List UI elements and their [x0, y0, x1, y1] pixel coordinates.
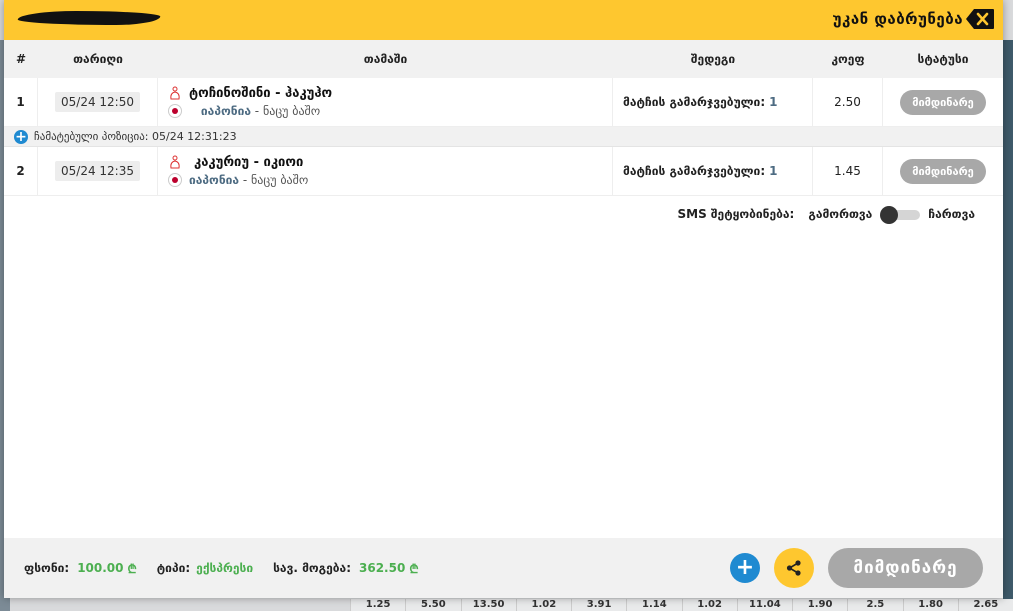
column-header-status: სტატუსი — [917, 52, 969, 66]
row-number: 1 — [4, 78, 38, 126]
status-badge: მიმდინარე — [900, 89, 986, 115]
result-value: 1 — [769, 164, 778, 178]
stake-value: 100.00 — [77, 561, 124, 575]
game-title[interactable]: კაკურიუ - იკიოი — [189, 155, 308, 170]
bet-type-info: ტიპი: ექსპრესი — [157, 561, 253, 575]
add-plus-button[interactable]: + — [730, 553, 760, 583]
sumo-icon — [170, 155, 180, 169]
row-game-cell: კაკურიუ - იკიოი იაპონია - ნაცუ ბაშო — [158, 147, 613, 195]
back-link[interactable]: უკან დაბრუნება — [833, 10, 963, 28]
share-button[interactable] — [774, 548, 814, 588]
possible-win-label: სავ. მოგება: — [273, 561, 351, 575]
bet-summary-footer: ფსონი: 100.00 ₾ ტიპი: ექსპრესი სავ. მოგე… — [4, 538, 1003, 598]
sms-off-label[interactable]: გამორთვა — [808, 207, 872, 221]
column-header-result: შედეგი — [690, 52, 736, 66]
row-result-cell: მატჩის გამარჯვებული: 1 — [613, 147, 813, 195]
row-date: 05/24 12:50 — [55, 92, 140, 112]
row-odds: 2.50 — [813, 78, 883, 126]
sms-notification-setting: SMS შეტყობინება: გამორთვა ჩართვა — [677, 206, 975, 224]
bet-type-label: ტიპი: — [156, 561, 191, 575]
bg-odd: 2.5 — [847, 599, 902, 611]
game-country: იაპონია — [200, 104, 251, 118]
sms-on-label[interactable]: ჩართვა — [928, 207, 975, 221]
possible-win-info: სავ. მოგება: 362.50 ₾ — [273, 560, 418, 577]
column-header-number: # — [15, 52, 27, 66]
row-odds: 1.45 — [813, 147, 883, 195]
status-badge: მიმდინარე — [900, 158, 986, 184]
column-header-date: თარიღი — [73, 52, 123, 66]
sms-toggle[interactable] — [880, 206, 921, 224]
close-icon[interactable] — [965, 8, 995, 30]
inserted-position-text: ჩამატებული პოზიცია: 05/24 12:31:23 — [34, 130, 237, 143]
game-title[interactable]: ტოჩინოშინი - ჰაკუჰო — [189, 86, 332, 101]
japan-flag-icon — [168, 173, 182, 187]
bg-odd: 1.02 — [515, 599, 571, 611]
row-game-cell: ტოჩინოშინი - ჰაკუჰო იაპონია - ნაცუ ბაშო — [158, 78, 613, 126]
bg-odd: 1.90 — [792, 599, 847, 611]
background-page-right — [1003, 40, 1013, 611]
stake-label: ფსონი: — [24, 561, 70, 575]
bg-odd: 1.80 — [902, 599, 958, 611]
game-country: იაპონია — [189, 173, 240, 187]
result-label: მატჩის გამარჯვებული: — [623, 164, 766, 178]
modal-header: უკან დაბრუნება — [4, 0, 1003, 40]
bg-odd: 5.50 — [405, 599, 460, 611]
redacted-logo — [16, 11, 162, 25]
possible-win-value: 362.50 — [359, 561, 406, 575]
row-date-cell: 05/24 12:50 — [38, 78, 158, 126]
row-date-cell: 05/24 12:35 — [38, 147, 158, 195]
expand-plus-icon[interactable]: + — [14, 129, 28, 144]
bg-odd: 1.14 — [626, 599, 681, 611]
sumo-icon — [170, 86, 180, 100]
share-icon — [786, 560, 801, 576]
table-row: 1 05/24 12:50 ტოჩინოშინი - ჰაკუჰო იაპონი… — [4, 78, 1003, 127]
game-league: იაპონია - ნაცუ ბაშო — [189, 173, 309, 187]
row-date: 05/24 12:35 — [55, 161, 140, 181]
result-value: 1 — [769, 95, 778, 109]
table-row: 2 05/24 12:35 კაკურიუ - იკიოი იაპონია - … — [4, 147, 1003, 196]
bet-type-value: ექსპრესი — [196, 561, 254, 575]
bg-odd: 1.02 — [681, 599, 737, 611]
row-status-cell: მიმდინარე — [883, 78, 1003, 126]
row-number: 2 — [4, 147, 38, 195]
table-header: # თარიღი თამაში შედეგი კოეფ სტატუსი — [4, 40, 1003, 78]
row-result-cell: მატჩის გამარჯვებული: 1 — [613, 78, 813, 126]
column-header-game: თამაში — [363, 52, 408, 66]
stake-info: ფსონი: 100.00 ₾ — [24, 560, 137, 577]
japan-flag-icon — [168, 104, 182, 118]
bet-status-button[interactable]: მიმდინარე — [828, 548, 983, 588]
game-league: იაპონია - ნაცუ ბაშო — [200, 104, 321, 118]
bg-odd: 11.04 — [736, 599, 792, 611]
background-odds-strip: 1.25 5.50 13.50 1.02 3.91 1.14 1.02 11.0… — [350, 599, 1013, 611]
bg-odd: 3.91 — [571, 599, 626, 611]
bg-odd: 2.65 — [957, 599, 1013, 611]
game-tournament: ნაცუ ბაშო — [251, 173, 309, 187]
row-status-cell: მიმდინარე — [883, 147, 1003, 195]
sms-label: SMS შეტყობინება: — [677, 207, 795, 221]
bg-odd: 13.50 — [460, 599, 516, 611]
bet-details-modal: უკან დაბრუნება # თარიღი თამაში შედეგი კო… — [4, 0, 1003, 598]
bg-odd: 1.25 — [350, 599, 405, 611]
currency-icon: ₾ — [409, 561, 419, 576]
inserted-position-row: + ჩამატებული პოზიცია: 05/24 12:31:23 — [4, 127, 1003, 147]
game-tournament: ნაცუ ბაშო — [262, 104, 321, 118]
result-label: მატჩის გამარჯვებული: — [623, 95, 766, 109]
currency-icon: ₾ — [127, 561, 137, 576]
column-header-odds: კოეფ — [831, 52, 865, 66]
